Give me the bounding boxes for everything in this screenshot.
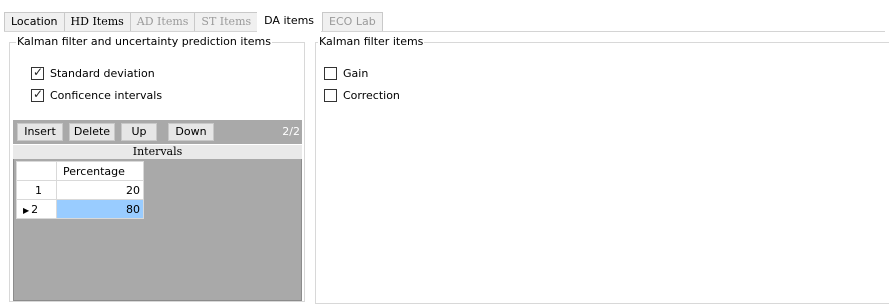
record-count: 2/2 bbox=[282, 125, 300, 138]
checkbox-label: Conficence intervals bbox=[50, 88, 163, 102]
table-header-row: Percentage bbox=[16, 161, 144, 181]
row-index[interactable]: 1 bbox=[16, 180, 57, 200]
percentage-cell[interactable]: 80 bbox=[56, 199, 144, 219]
row-index[interactable]: ▶ 2 bbox=[16, 199, 57, 219]
checkbox-label: Gain bbox=[343, 66, 369, 80]
intervals-toolbar: Insert Delete Up Down 2/2 bbox=[13, 120, 302, 144]
checkbox-box[interactable]: ✓ bbox=[31, 64, 44, 80]
checkbox-box[interactable] bbox=[324, 88, 337, 102]
group-title-kalman: Kalman filter items bbox=[318, 35, 425, 49]
column-header-percentage[interactable]: Percentage bbox=[56, 161, 144, 181]
tab-location[interactable]: Location bbox=[4, 12, 65, 32]
checkbox-label: Correction bbox=[343, 88, 400, 102]
row-index-label: 2 bbox=[31, 202, 39, 216]
percentage-cell[interactable]: 20 bbox=[56, 180, 144, 200]
confidence-intervals-checkbox[interactable]: ✓ Conficence intervals bbox=[31, 87, 162, 103]
intervals-table: Percentage 1 20 ▶ 2 80 bbox=[16, 161, 144, 219]
intervals-caption: Intervals bbox=[13, 145, 302, 159]
group-title-uncertainty: Kalman filter and uncertainty prediction… bbox=[16, 35, 272, 49]
check-icon: ✓ bbox=[33, 64, 44, 79]
up-button[interactable]: Up bbox=[121, 123, 157, 141]
tab-st-items[interactable]: ST Items bbox=[194, 12, 259, 32]
current-row-arrow-icon: ▶ bbox=[23, 205, 30, 215]
checkbox-box[interactable]: ✓ bbox=[31, 86, 44, 102]
table-row[interactable]: 1 20 bbox=[16, 180, 144, 200]
down-button[interactable]: Down bbox=[168, 123, 214, 141]
tab-eco-lab[interactable]: ECO Lab bbox=[322, 12, 383, 32]
row-header-corner[interactable] bbox=[16, 161, 57, 181]
standard-deviation-checkbox[interactable]: ✓ Standard deviation bbox=[31, 65, 155, 81]
check-icon: ✓ bbox=[33, 86, 44, 101]
gain-checkbox[interactable]: Gain bbox=[324, 65, 368, 81]
intervals-grid[interactable]: Percentage 1 20 ▶ 2 80 bbox=[13, 159, 302, 301]
insert-button[interactable]: Insert bbox=[17, 123, 63, 141]
kalman-filter-group: Kalman filter items bbox=[315, 35, 889, 304]
checkbox-label: Standard deviation bbox=[50, 66, 155, 80]
tab-strip: Location HD Items AD Items ST Items DA i… bbox=[4, 10, 383, 32]
delete-button[interactable]: Delete bbox=[69, 123, 115, 141]
tab-ad-items[interactable]: AD Items bbox=[129, 12, 196, 32]
table-row[interactable]: ▶ 2 80 bbox=[16, 199, 144, 219]
tab-da-items[interactable]: DA items bbox=[257, 10, 322, 32]
tab-hd-items[interactable]: HD Items bbox=[63, 12, 131, 32]
checkbox-box[interactable] bbox=[324, 66, 337, 80]
correction-checkbox[interactable]: Correction bbox=[324, 87, 400, 103]
tab-divider bbox=[4, 31, 885, 32]
